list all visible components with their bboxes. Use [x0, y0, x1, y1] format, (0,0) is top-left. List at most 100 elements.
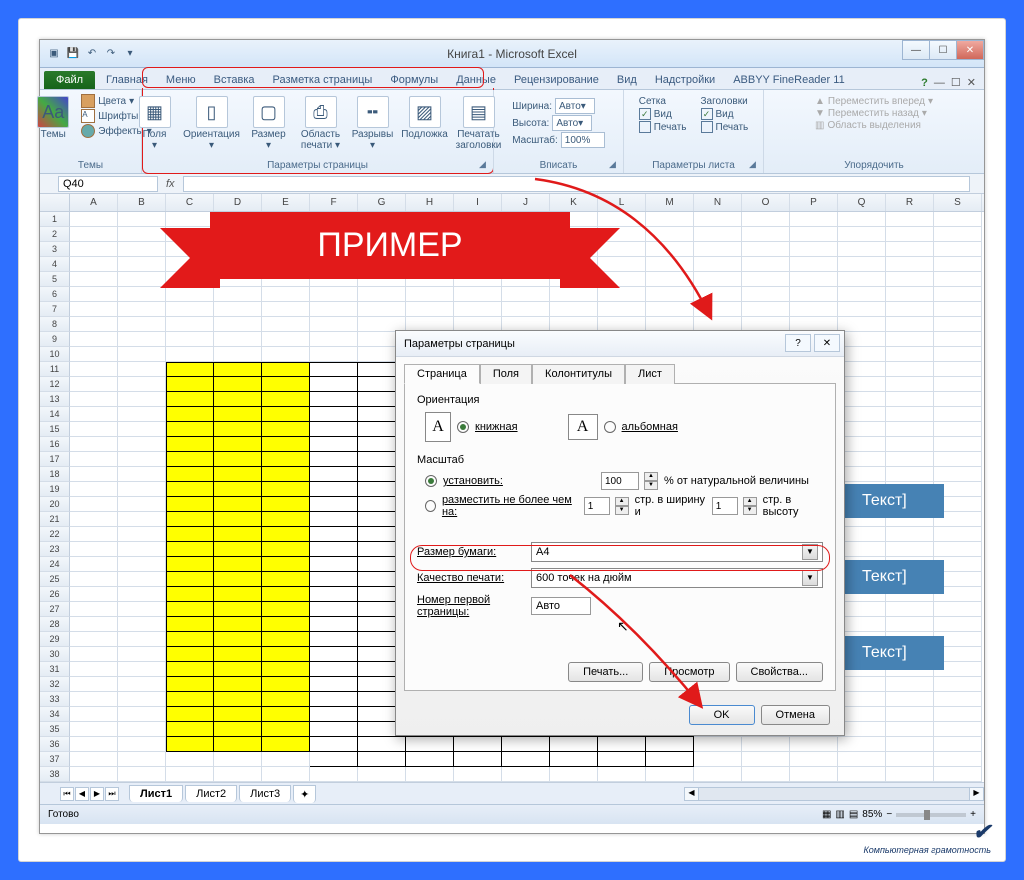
cell[interactable] — [886, 287, 934, 302]
cell[interactable] — [310, 347, 358, 362]
cell[interactable] — [214, 647, 262, 662]
cell[interactable] — [838, 242, 886, 257]
cell[interactable] — [118, 467, 166, 482]
row-hdr[interactable]: 5 — [40, 272, 70, 287]
page-setup-launcher[interactable]: ◢ — [479, 159, 491, 171]
cell[interactable] — [70, 557, 118, 572]
cell[interactable] — [214, 617, 262, 632]
view-layout-icon[interactable]: ▥ — [835, 809, 844, 820]
cell[interactable] — [118, 347, 166, 362]
cell[interactable] — [694, 737, 742, 752]
cell[interactable] — [262, 437, 310, 452]
row-hdr[interactable]: 38 — [40, 767, 70, 782]
cell[interactable] — [838, 722, 886, 737]
sheet-options-launcher[interactable]: ◢ — [749, 159, 761, 171]
cell[interactable] — [886, 257, 934, 272]
sheet-tab-3[interactable]: Лист3 — [239, 785, 291, 802]
cell[interactable] — [646, 737, 694, 752]
cell[interactable] — [310, 452, 358, 467]
row-hdr[interactable]: 22 — [40, 527, 70, 542]
cell[interactable] — [934, 452, 982, 467]
tab-abbyy[interactable]: ABBYY FineReader 11 — [724, 71, 854, 89]
cell[interactable] — [262, 422, 310, 437]
cell[interactable] — [262, 632, 310, 647]
cell[interactable] — [214, 767, 262, 782]
cell[interactable] — [886, 377, 934, 392]
cell[interactable] — [214, 572, 262, 587]
cell[interactable] — [214, 632, 262, 647]
cell[interactable] — [886, 317, 934, 332]
cell[interactable] — [310, 602, 358, 617]
cell[interactable] — [118, 377, 166, 392]
cell[interactable] — [934, 692, 982, 707]
tab-review[interactable]: Рецензирование — [505, 71, 608, 89]
cell[interactable] — [310, 692, 358, 707]
cell[interactable] — [310, 362, 358, 377]
cell[interactable] — [118, 407, 166, 422]
maximize-button[interactable]: ☐ — [929, 40, 957, 60]
cell[interactable] — [838, 302, 886, 317]
cell[interactable] — [262, 527, 310, 542]
cell[interactable] — [166, 617, 214, 632]
cell[interactable] — [70, 752, 118, 767]
cell[interactable] — [502, 767, 550, 782]
new-sheet-button[interactable]: ✦ — [293, 785, 316, 803]
cell[interactable] — [838, 677, 886, 692]
grid-view-check[interactable]: ✓ — [639, 108, 651, 120]
row-hdr[interactable]: 19 — [40, 482, 70, 497]
cell[interactable] — [598, 752, 646, 767]
view-break-icon[interactable]: ▤ — [849, 809, 858, 820]
cell[interactable] — [886, 362, 934, 377]
cell[interactable] — [406, 737, 454, 752]
cell[interactable] — [70, 662, 118, 677]
cell[interactable] — [310, 647, 358, 662]
cell[interactable] — [262, 317, 310, 332]
cell[interactable] — [262, 467, 310, 482]
cell[interactable] — [838, 272, 886, 287]
cell[interactable] — [694, 227, 742, 242]
cell[interactable] — [742, 227, 790, 242]
cell[interactable] — [742, 767, 790, 782]
col-hdr[interactable]: D — [214, 194, 262, 211]
row-hdr[interactable]: 35 — [40, 722, 70, 737]
cell[interactable] — [118, 647, 166, 662]
cancel-button[interactable]: Отмена — [761, 705, 830, 725]
cell[interactable] — [886, 677, 934, 692]
send-backward-button[interactable]: ▼Переместить назад ▾ — [815, 108, 933, 119]
cell[interactable] — [70, 332, 118, 347]
view-normal-icon[interactable]: ▦ — [822, 809, 831, 820]
cell[interactable] — [454, 752, 502, 767]
h-scrollbar[interactable]: ◀ ▶ — [684, 787, 984, 801]
cell[interactable] — [262, 737, 310, 752]
cell[interactable] — [118, 332, 166, 347]
cell[interactable] — [934, 287, 982, 302]
cell[interactable] — [166, 422, 214, 437]
cell[interactable] — [934, 392, 982, 407]
cell[interactable] — [118, 692, 166, 707]
cell[interactable] — [934, 242, 982, 257]
cell[interactable] — [886, 707, 934, 722]
cell[interactable] — [262, 362, 310, 377]
cell[interactable] — [262, 542, 310, 557]
cell[interactable] — [118, 617, 166, 632]
cell[interactable] — [214, 692, 262, 707]
cell[interactable] — [70, 407, 118, 422]
cell[interactable] — [214, 752, 262, 767]
row-hdr[interactable]: 20 — [40, 497, 70, 512]
cell[interactable] — [118, 602, 166, 617]
cell[interactable] — [310, 407, 358, 422]
themes-button[interactable]: Aa Темы — [29, 92, 77, 140]
cell[interactable] — [118, 422, 166, 437]
cell[interactable] — [838, 347, 886, 362]
cell[interactable] — [934, 752, 982, 767]
cell[interactable] — [694, 287, 742, 302]
adjust-to-input[interactable]: 100 — [601, 472, 639, 490]
cell[interactable] — [214, 707, 262, 722]
cell[interactable] — [886, 242, 934, 257]
cell[interactable] — [262, 752, 310, 767]
cell[interactable] — [550, 767, 598, 782]
cell[interactable] — [70, 542, 118, 557]
cell[interactable] — [166, 662, 214, 677]
cell[interactable] — [214, 542, 262, 557]
cell[interactable] — [118, 737, 166, 752]
